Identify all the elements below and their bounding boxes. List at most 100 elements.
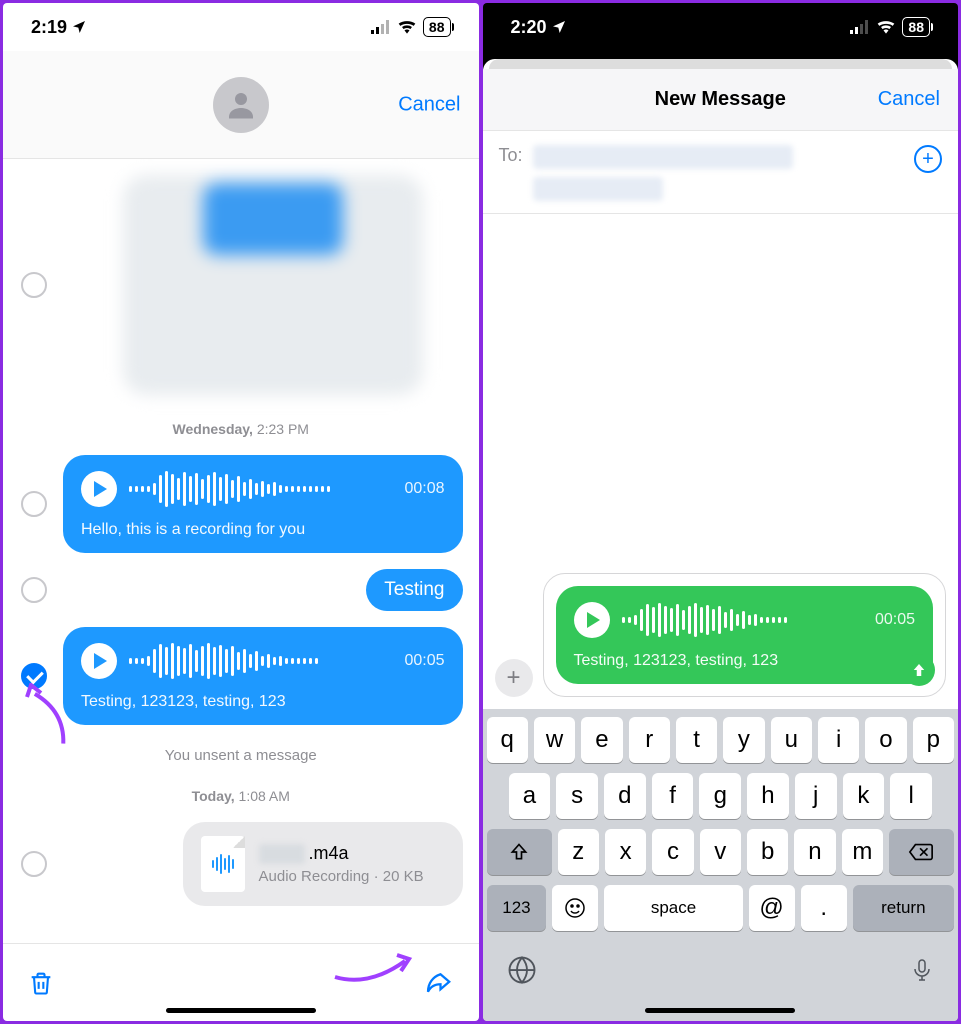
key-c[interactable]: c xyxy=(652,829,693,875)
add-recipient-button[interactable]: + xyxy=(914,145,942,173)
key-f[interactable]: f xyxy=(652,773,694,819)
key-a[interactable]: a xyxy=(509,773,551,819)
space-key[interactable]: space xyxy=(604,885,742,931)
audio-transcript: Testing, 123123, testing, 123 xyxy=(81,693,445,711)
backspace-key[interactable] xyxy=(889,829,954,875)
select-checkbox[interactable] xyxy=(21,577,47,603)
file-metadata: Audio Recording · 20 KB xyxy=(259,868,445,885)
audio-message-bubble[interactable]: 00:08 Hello, this is a recording for you xyxy=(63,455,463,553)
key-b[interactable]: b xyxy=(747,829,788,875)
audio-transcript: Hello, this is a recording for you xyxy=(81,521,445,539)
key-o[interactable]: o xyxy=(865,717,906,763)
key-r[interactable]: r xyxy=(629,717,670,763)
blurred-recipient[interactable] xyxy=(533,145,793,169)
dot-key[interactable]: . xyxy=(801,885,847,931)
key-n[interactable]: n xyxy=(794,829,835,875)
contact-avatar[interactable] xyxy=(213,77,269,133)
key-h[interactable]: h xyxy=(747,773,789,819)
audio-transcript: Testing, 123123, testing, 123 xyxy=(574,652,916,670)
key-y[interactable]: y xyxy=(723,717,764,763)
key-j[interactable]: j xyxy=(795,773,837,819)
at-key[interactable]: @ xyxy=(749,885,795,931)
new-message-header: New Message Cancel xyxy=(483,69,959,131)
play-button[interactable] xyxy=(81,471,117,507)
select-checkbox[interactable] xyxy=(21,851,47,877)
waveform[interactable] xyxy=(129,469,392,509)
cancel-button[interactable]: Cancel xyxy=(878,88,940,111)
audio-file-icon xyxy=(201,836,245,892)
signal-icon xyxy=(371,20,391,34)
key-m[interactable]: m xyxy=(842,829,883,875)
home-indicator[interactable] xyxy=(645,1008,795,1013)
globe-icon[interactable] xyxy=(507,955,537,985)
message-list[interactable]: Wednesday, 2:23 PM 00:08 Hello, this is … xyxy=(3,159,479,943)
location-icon xyxy=(71,19,87,35)
select-checkbox[interactable] xyxy=(21,272,47,298)
audio-duration: 00:05 xyxy=(404,652,444,670)
play-button[interactable] xyxy=(574,602,610,638)
blurred-message xyxy=(123,175,423,395)
battery-indicator: 88 xyxy=(423,17,451,37)
battery-indicator: 88 xyxy=(902,17,930,37)
file-attachment-bubble[interactable]: .m4a Audio Recording · 20 KB xyxy=(183,822,463,906)
key-e[interactable]: e xyxy=(581,717,622,763)
blurred-filename xyxy=(259,844,305,864)
keyboard: qwertyuiop asdfghjkl zxcvbnm 123 space @… xyxy=(483,709,959,1021)
key-g[interactable]: g xyxy=(699,773,741,819)
key-x[interactable]: x xyxy=(605,829,646,875)
forward-share-icon[interactable] xyxy=(421,968,455,998)
attach-button[interactable]: + xyxy=(495,659,533,697)
key-t[interactable]: t xyxy=(676,717,717,763)
system-message: You unsent a message xyxy=(11,747,471,764)
return-key[interactable]: return xyxy=(853,885,954,931)
compose-area: + 00:05 Testing, 123123, testing, 123 xyxy=(483,214,959,709)
key-k[interactable]: k xyxy=(843,773,885,819)
waveform[interactable] xyxy=(622,600,863,640)
wifi-icon xyxy=(876,20,896,34)
home-indicator[interactable] xyxy=(166,1008,316,1013)
status-time: 2:19 xyxy=(31,17,67,38)
mic-icon[interactable] xyxy=(910,955,934,985)
audio-duration: 00:08 xyxy=(404,480,444,498)
key-z[interactable]: z xyxy=(558,829,599,875)
select-checkbox[interactable] xyxy=(21,491,47,517)
key-u[interactable]: u xyxy=(771,717,812,763)
annotation-arrow-icon xyxy=(329,941,419,991)
status-bar: 2:20 88 xyxy=(483,3,959,51)
timestamp-label: Wednesday, 2:23 PM xyxy=(11,421,471,437)
key-q[interactable]: q xyxy=(487,717,528,763)
location-icon xyxy=(551,19,567,35)
123-key[interactable]: 123 xyxy=(487,885,547,931)
compose-input[interactable]: 00:05 Testing, 123123, testing, 123 xyxy=(543,573,947,697)
play-button[interactable] xyxy=(81,643,117,679)
status-time: 2:20 xyxy=(511,17,547,38)
header-title: New Message xyxy=(655,88,786,111)
audio-message-bubble[interactable]: 00:05 Testing, 123123, testing, 123 xyxy=(63,627,463,725)
key-w[interactable]: w xyxy=(534,717,575,763)
waveform[interactable] xyxy=(129,641,392,681)
cancel-button[interactable]: Cancel xyxy=(398,93,460,116)
key-l[interactable]: l xyxy=(890,773,932,819)
timestamp-label: Today, 1:08 AM xyxy=(11,788,471,804)
text-message-bubble[interactable]: Testing xyxy=(366,569,462,611)
key-v[interactable]: v xyxy=(700,829,741,875)
left-phone: 2:19 88 Cancel Wednesday, 2:23 PM xyxy=(3,3,479,1021)
trash-icon[interactable] xyxy=(27,968,55,998)
audio-message-bubble[interactable]: 00:05 Testing, 123123, testing, 123 xyxy=(556,586,934,684)
wifi-icon xyxy=(397,20,417,34)
status-bar: 2:19 88 xyxy=(3,3,479,51)
conversation-header: Cancel xyxy=(3,51,479,159)
send-button[interactable] xyxy=(903,654,935,686)
emoji-key[interactable] xyxy=(552,885,598,931)
key-p[interactable]: p xyxy=(913,717,954,763)
audio-duration: 00:05 xyxy=(875,611,915,629)
annotation-arrow-icon xyxy=(21,683,71,753)
to-label: To: xyxy=(499,145,523,166)
key-d[interactable]: d xyxy=(604,773,646,819)
signal-icon xyxy=(850,20,870,34)
blurred-recipient[interactable] xyxy=(533,177,663,201)
key-i[interactable]: i xyxy=(818,717,859,763)
shift-key[interactable] xyxy=(487,829,552,875)
recipients-row[interactable]: To: + xyxy=(483,131,959,214)
key-s[interactable]: s xyxy=(556,773,598,819)
